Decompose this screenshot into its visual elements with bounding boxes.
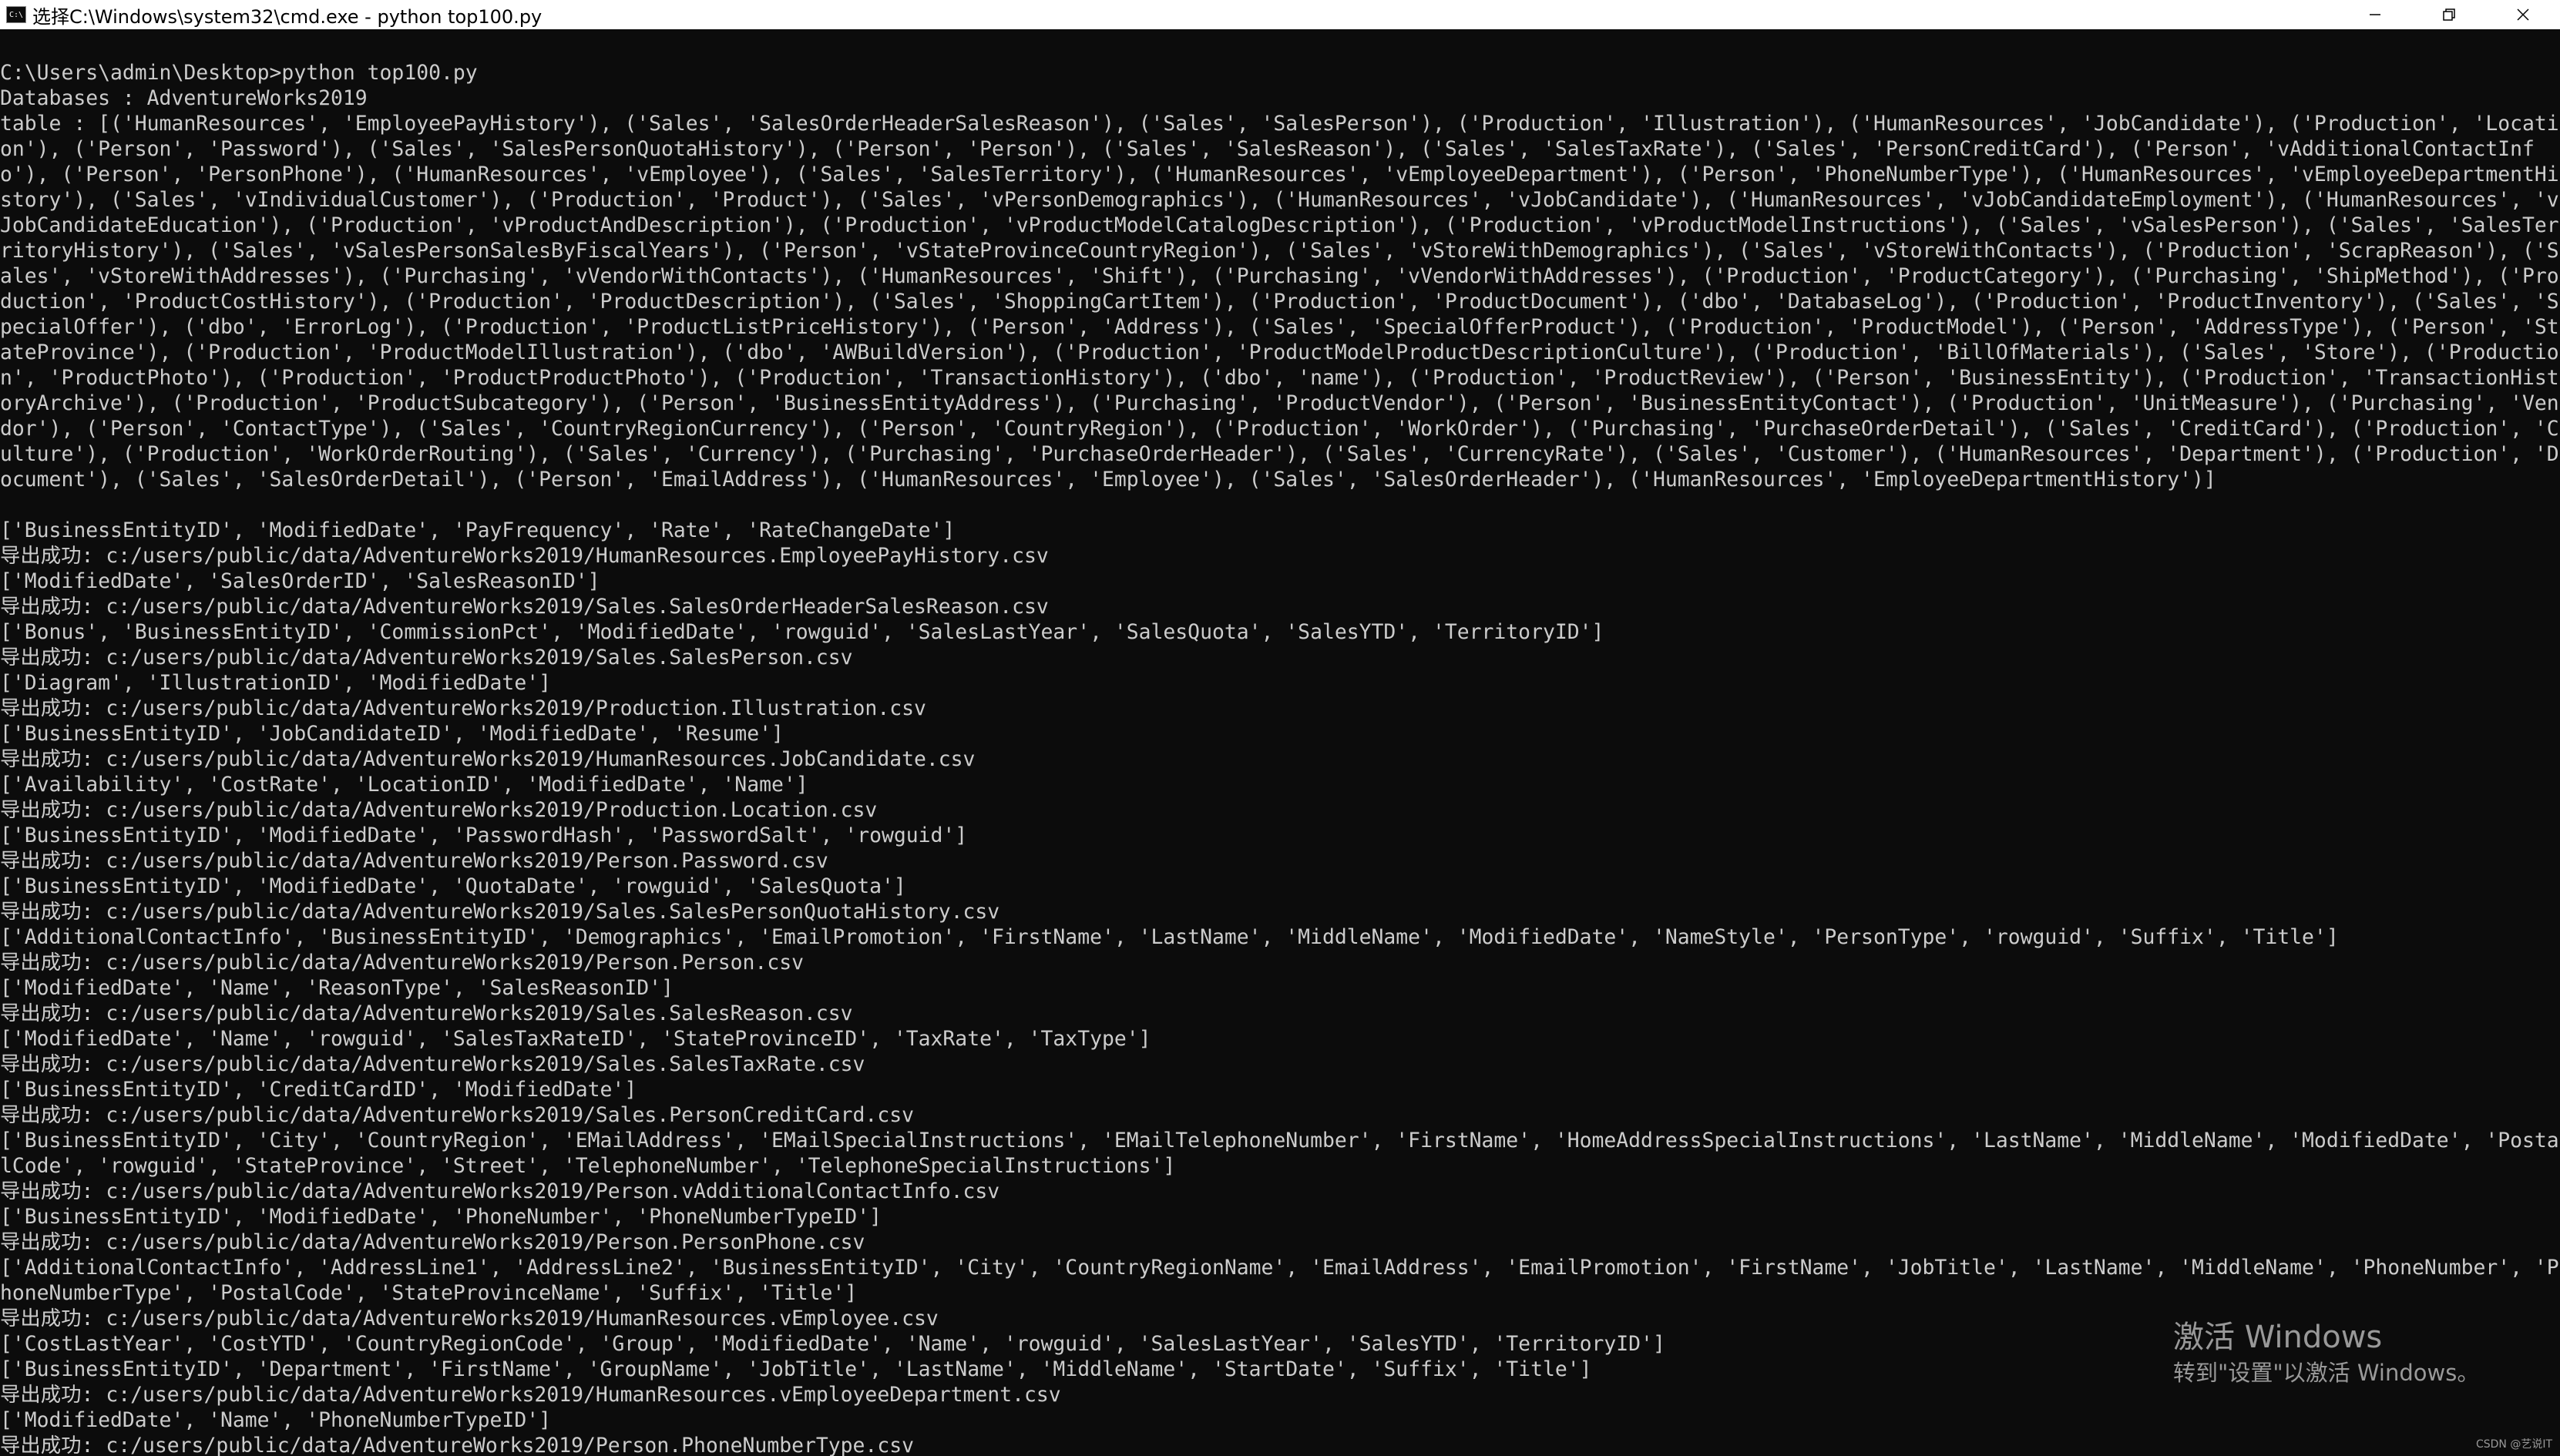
console-line: 导出成功: c:/users/public/data/AdventureWork…: [0, 798, 878, 822]
minimize-icon: [2370, 14, 2380, 15]
console-line: 导出成功: c:/users/public/data/AdventureWork…: [0, 747, 976, 771]
close-button[interactable]: [2486, 0, 2560, 29]
console-line: C:\Users\admin\Desktop>python top100.py: [0, 61, 478, 85]
console-line: 导出成功: c:/users/public/data/AdventureWork…: [0, 951, 804, 975]
csdn-credit: CSDN @艺说IT: [2475, 1438, 2552, 1451]
console-line: 导出成功: c:/users/public/data/AdventureWork…: [0, 1179, 1000, 1203]
restore-icon: [2443, 8, 2455, 21]
console-output[interactable]: C:\Users\admin\Desktop>python top100.py D…: [0, 29, 2560, 1456]
console-line: ['BusinessEntityID', 'JobCandidateID', '…: [0, 722, 784, 746]
activate-windows-watermark: 激活 Windows 转到"设置"以激活 Windows。: [2173, 1317, 2479, 1388]
console-line: Databases : AdventureWorks2019: [0, 86, 368, 110]
close-icon: [2517, 8, 2529, 21]
console-line: ['ModifiedDate', 'Name', 'ReasonType', '…: [0, 976, 674, 1000]
console-line: 导出成功: c:/users/public/data/AdventureWork…: [0, 1103, 914, 1127]
console-line: table : [('HumanResources', 'EmployeePay…: [0, 112, 2559, 491]
console-line: ['BusinessEntityID', 'ModifiedDate', 'Qu…: [0, 874, 906, 898]
restore-button[interactable]: [2412, 0, 2486, 29]
cmd-window: C:\ 选择C:\Windows\system32\cmd.exe - pyth…: [0, 0, 2560, 1456]
console-line: ['ModifiedDate', 'Name', 'PhoneNumberTyp…: [0, 1408, 551, 1432]
watermark-subtitle: 转到"设置"以激活 Windows。: [2173, 1360, 2480, 1386]
console-line: 导出成功: c:/users/public/data/AdventureWork…: [0, 1434, 914, 1456]
console-line: ['Diagram', 'IllustrationID', 'ModifiedD…: [0, 671, 551, 695]
console-line: ['BusinessEntityID', 'ModifiedDate', 'Pa…: [0, 518, 956, 542]
console-line: 导出成功: c:/users/public/data/AdventureWork…: [0, 849, 828, 873]
console-line: ['ModifiedDate', 'SalesOrderID', 'SalesR…: [0, 569, 600, 593]
console-line: ['AdditionalContactInfo', 'BusinessEntit…: [0, 925, 2339, 949]
window-title: 选择C:\Windows\system32\cmd.exe - python t…: [32, 5, 543, 28]
console-line: 导出成功: c:/users/public/data/AdventureWork…: [0, 900, 1000, 924]
console-line: 导出成功: c:/users/public/data/AdventureWork…: [0, 646, 853, 669]
console-line: ['BusinessEntityID', 'ModifiedDate', 'Ph…: [0, 1205, 882, 1229]
console-line: 导出成功: c:/users/public/data/AdventureWork…: [0, 595, 1049, 619]
console-line: 导出成功: c:/users/public/data/AdventureWork…: [0, 1001, 853, 1025]
console-line: 导出成功: c:/users/public/data/AdventureWork…: [0, 1052, 865, 1076]
console-line: ['Availability', 'CostRate', 'LocationID…: [0, 773, 808, 797]
console-line: ['AdditionalContactInfo', 'AddressLine1'…: [0, 1256, 2559, 1305]
console-line: 导出成功: c:/users/public/data/AdventureWork…: [0, 1230, 865, 1254]
console-line: ['BusinessEntityID', 'CreditCardID', 'Mo…: [0, 1078, 637, 1102]
console-line: 导出成功: c:/users/public/data/AdventureWork…: [0, 544, 1049, 568]
minimize-button[interactable]: [2338, 0, 2412, 29]
console-line: ['ModifiedDate', 'Name', 'rowguid', 'Sal…: [0, 1027, 1151, 1051]
console-line: ['BusinessEntityID', 'ModifiedDate', 'Pa…: [0, 824, 968, 847]
console-line: ['BusinessEntityID', 'City', 'CountryReg…: [0, 1129, 2559, 1178]
cmd-icon: C:\: [6, 6, 26, 23]
window-controls: [2338, 0, 2560, 29]
title-bar[interactable]: C:\ 选择C:\Windows\system32\cmd.exe - pyth…: [0, 0, 2560, 29]
console-line: ['Bonus', 'BusinessEntityID', 'Commissio…: [0, 620, 1604, 644]
console-line: 导出成功: c:/users/public/data/AdventureWork…: [0, 696, 926, 720]
watermark-title: 激活 Windows: [2173, 1320, 2383, 1355]
